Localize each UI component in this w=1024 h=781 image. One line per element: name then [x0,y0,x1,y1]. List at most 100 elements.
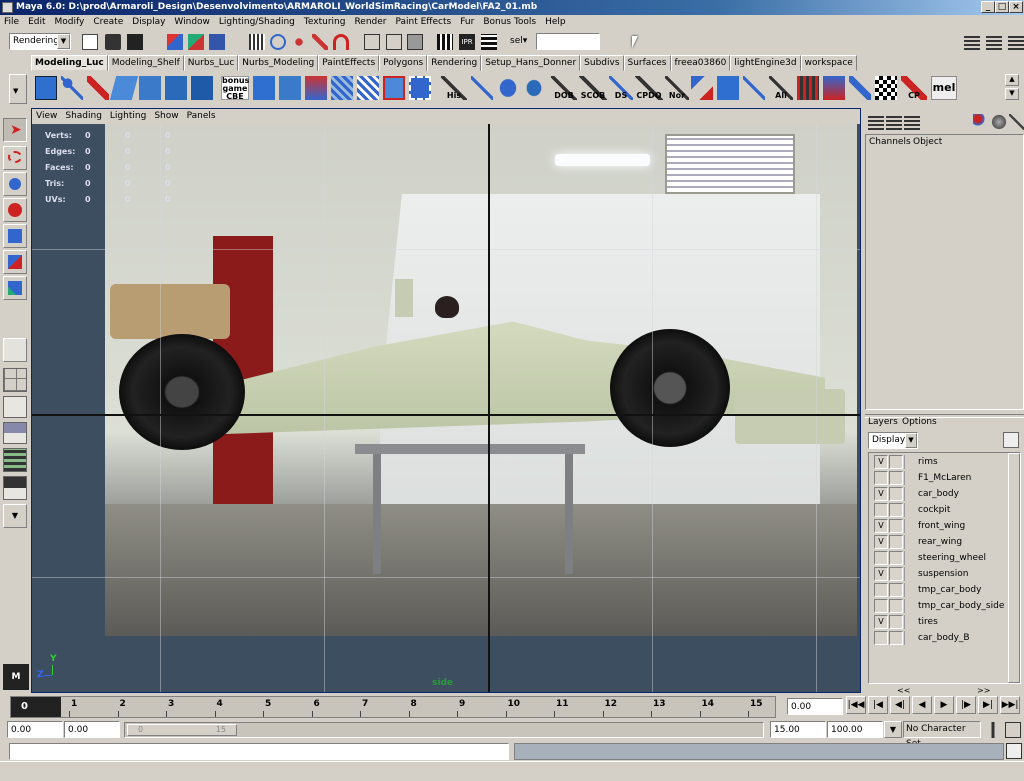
layer-row[interactable]: cockpit [872,502,1022,518]
layer-row[interactable]: tmp_car_body [872,582,1022,598]
new-scene-icon[interactable] [82,34,98,50]
layer-row[interactable]: Vfront_wing [872,518,1022,534]
paint-select-tool-icon[interactable] [3,172,27,196]
layer-type-toggle[interactable] [889,551,903,565]
nurbs-sphere-icon[interactable] [523,76,545,100]
play-forwards-button[interactable]: ▶ [934,696,954,714]
layer-visibility-toggle[interactable]: V [874,519,888,533]
menu-fur[interactable]: Fur [456,15,479,30]
start-time-field[interactable] [7,721,63,738]
sel-input[interactable] [536,33,600,50]
normals-button[interactable]: Nor [665,76,689,100]
layer-color-swatch[interactable] [904,567,918,581]
layer-display-dropdown[interactable]: Display ▼ [868,432,918,449]
go-to-end-button[interactable]: ▶▶| [1000,696,1020,714]
viewport-panel[interactable]: View Shading Lighting Show Panels Verts: 0 0 0 … [31,108,861,693]
layer-visibility-toggle[interactable] [874,583,888,597]
layer-color-swatch[interactable] [904,615,918,629]
poly-split-icon[interactable] [165,76,187,100]
input-ops-icon[interactable] [364,34,380,50]
range-bar[interactable]: 0 15 [127,724,237,736]
select-object-icon[interactable] [188,34,204,50]
render-globals-icon[interactable] [481,34,497,50]
rotate-tool-icon[interactable] [3,224,27,248]
shading-sphere-icon[interactable] [991,114,1007,130]
menu-paint-effects[interactable]: Paint Effects [391,15,456,30]
lasso-tool-icon[interactable] [3,146,27,170]
layer-type-toggle[interactable] [889,455,903,469]
poly-extrude-icon[interactable] [191,76,213,100]
menu-window[interactable]: Window [170,15,215,30]
current-time-field[interactable] [787,698,843,715]
menu-lighting-shading[interactable]: Lighting/Shading [215,15,300,30]
layer-color-swatch[interactable] [904,503,918,517]
nurbs-plane-icon[interactable] [139,76,161,100]
combine-icon[interactable] [253,76,275,100]
save-scene-icon[interactable] [127,34,143,50]
separate-icon[interactable] [279,76,301,100]
maya-app-icon[interactable] [2,2,13,13]
show-attribute-editor-icon[interactable] [964,34,980,50]
viewport-menu-shading[interactable]: Shading [61,109,106,124]
options-tab[interactable]: Options [902,417,937,427]
layer-color-swatch[interactable] [904,631,918,645]
show-channel-box-icon[interactable] [1008,34,1024,50]
shelf-tab-modeling-shelf[interactable]: Modeling_Shelf [107,55,184,71]
trax-layout-icon[interactable] [3,476,27,500]
time-slider[interactable]: 0 123456789101112131415 |◀◀ |◀ ◀| ◀ ▶ |▶… [0,694,1024,720]
snap-curve-icon[interactable] [270,34,286,50]
step-forward-frame-button[interactable]: |▶ [956,696,976,714]
scale-tool-icon[interactable] [3,250,27,274]
layer-type-toggle[interactable] [889,519,903,533]
layer-row[interactable]: Vrear_wing [872,534,1022,550]
viewport-menu-view[interactable]: View [32,109,61,124]
layer-color-swatch[interactable] [904,455,918,469]
smooth-icon[interactable] [331,76,353,100]
shelf-tab-modeling-luc[interactable]: Modeling_Luc [31,55,108,71]
layer-color-swatch[interactable] [904,519,918,533]
layer-color-swatch[interactable] [904,599,918,613]
shelf-tab-lightengine3d[interactable]: lightEngine3d [730,55,801,71]
go-to-start-button[interactable]: |◀◀ [846,696,866,714]
reverse-normals-icon[interactable] [691,76,713,100]
layer-type-toggle[interactable] [889,583,903,597]
end-time-field[interactable] [827,721,883,738]
script-editor-icon[interactable] [1006,743,1022,759]
layer-editor-icon[interactable] [886,114,902,130]
view-outliner-layout-icon[interactable] [3,396,27,418]
layer-row[interactable]: F1_McLaren [872,470,1022,486]
menu-help[interactable]: Help [541,15,571,30]
select-hierarchy-icon[interactable] [167,34,183,50]
subdivide-icon[interactable] [357,76,379,100]
range-options-arrow-icon[interactable]: ▼ [884,721,902,738]
layer-row[interactable]: car_body_B [872,630,1022,646]
layer-visibility-toggle[interactable]: V [874,567,888,581]
maximize-button[interactable]: □ [995,1,1009,13]
close-button[interactable]: × [1009,1,1023,13]
layer-row[interactable]: Vtires [872,614,1022,630]
viewport-menu-show[interactable]: Show [150,109,182,124]
open-scene-icon[interactable] [105,34,121,50]
layer-color-swatch[interactable] [904,583,918,597]
snap-grid-icon[interactable] [249,34,265,50]
render-current-frame-icon[interactable] [437,34,453,50]
mirror-icon[interactable] [471,76,493,100]
mel-button[interactable]: mel [931,76,957,100]
shelf-tab-nurbs-modeling[interactable]: Nurbs_Modeling [238,55,319,71]
move-tool-icon[interactable] [3,198,27,222]
shelf-tab-polygons[interactable]: Polygons [379,55,428,71]
start-range-field[interactable] [64,721,120,738]
layer-visibility-toggle[interactable] [874,551,888,565]
shelf-tab-setup-hans-donner[interactable]: Setup_Hans_Donner [481,55,581,71]
new-layer-icon[interactable] [1003,432,1019,448]
mel-command-input[interactable] [9,743,509,760]
menu-texturing[interactable]: Texturing [300,15,351,30]
shelf-tab-subdivs[interactable]: Subdivs [580,55,624,71]
current-frame-marker[interactable]: 0 [11,697,61,717]
layer-row[interactable]: steering_wheel [872,550,1022,566]
layer-visibility-toggle[interactable] [874,503,888,517]
animation-preferences-icon[interactable] [1005,722,1021,738]
ds-button[interactable]: DS [609,76,633,100]
layer-type-toggle[interactable] [889,487,903,501]
step-back-frame-button[interactable]: ◀| [890,696,910,714]
